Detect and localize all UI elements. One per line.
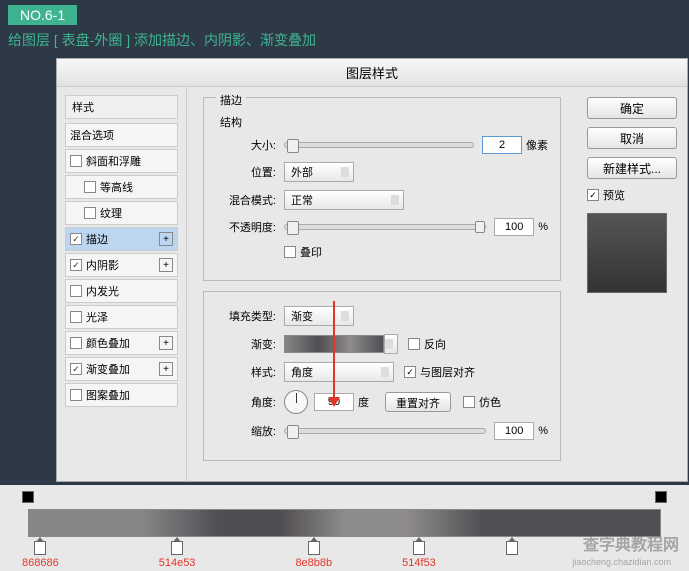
color-stop[interactable] [308, 541, 320, 555]
fill-type-select[interactable]: 渐变 [284, 306, 354, 326]
scale-slider[interactable] [284, 428, 486, 434]
checkbox-icon[interactable] [70, 363, 82, 375]
styles-header[interactable]: 样式 [65, 95, 178, 119]
style-texture[interactable]: 纹理 [65, 201, 178, 225]
fill-group: 填充类型: 渐变 渐变: 反向 样式: 角度 与图层对齐 角度: [203, 291, 561, 461]
angle-label: 角度: [216, 394, 276, 410]
ok-button[interactable]: 确定 [587, 97, 677, 119]
opacity-input[interactable] [494, 218, 534, 236]
gradient-style-select[interactable]: 角度 [284, 362, 394, 382]
stroke-group: 描边 结构 大小: 像素 位置: 外部 混合模式: 正常 不透明度: [203, 97, 561, 281]
plus-icon[interactable]: + [159, 232, 173, 246]
position-select[interactable]: 外部 [284, 162, 354, 182]
color-stop[interactable] [506, 541, 518, 555]
instruction-text: 给图层 [ 表盘-外圈 ] 添加描边、内阴影、渐变叠加 [8, 30, 681, 50]
gradient-label: 渐变: [216, 336, 276, 352]
color-stop-value: 868686 [22, 557, 59, 569]
dither-checkbox[interactable] [463, 396, 475, 408]
blend-mode-select[interactable]: 正常 [284, 190, 404, 210]
style-pattern-overlay[interactable]: 图案叠加 [65, 383, 178, 407]
opacity-stop[interactable] [655, 491, 667, 503]
size-input[interactable] [482, 136, 522, 154]
checkbox-icon[interactable] [70, 311, 82, 323]
color-stop-value: 514f53 [402, 557, 436, 569]
scale-label: 缩放: [216, 423, 276, 439]
checkbox-icon[interactable] [70, 259, 82, 271]
scale-input[interactable] [494, 422, 534, 440]
fill-type-label: 填充类型: [216, 308, 276, 324]
color-stop-value: 514e53 [159, 557, 196, 569]
plus-icon[interactable]: + [159, 336, 173, 350]
action-panel: 确定 取消 新建样式... 预览 [577, 87, 687, 481]
plus-icon[interactable]: + [159, 362, 173, 376]
position-label: 位置: [216, 164, 276, 180]
style-satin[interactable]: 光泽 [65, 305, 178, 329]
reverse-checkbox[interactable] [408, 338, 420, 350]
group-title: 描边 [216, 92, 246, 108]
plus-icon[interactable]: + [159, 258, 173, 272]
checkbox-icon[interactable] [70, 155, 82, 167]
opacity-label: 不透明度: [216, 219, 276, 235]
size-label: 大小: [216, 137, 276, 153]
cancel-button[interactable]: 取消 [587, 127, 677, 149]
style-bevel[interactable]: 斜面和浮雕 [65, 149, 178, 173]
dialog-title: 图层样式 [57, 59, 687, 87]
gradient-bar[interactable] [28, 509, 661, 537]
checkbox-icon[interactable] [70, 285, 82, 297]
style-stroke[interactable]: 描边+ [65, 227, 178, 251]
style-gradient-overlay[interactable]: 渐变叠加+ [65, 357, 178, 381]
size-slider[interactable] [284, 142, 474, 148]
style-inner-glow[interactable]: 内发光 [65, 279, 178, 303]
watermark-text: 查字典教程网 [583, 531, 679, 555]
style-label: 样式: [216, 364, 276, 380]
style-contour[interactable]: 等高线 [65, 175, 178, 199]
structure-label: 结构 [220, 114, 548, 130]
checkbox-icon[interactable] [70, 233, 82, 245]
knockout-checkbox[interactable] [284, 246, 296, 258]
blend-options[interactable]: 混合选项 [65, 123, 178, 147]
color-stop[interactable] [171, 541, 183, 555]
preview-checkbox[interactable] [587, 189, 599, 201]
annotation-arrow-icon [333, 301, 335, 401]
style-color-overlay[interactable]: 颜色叠加+ [65, 331, 178, 355]
checkbox-icon[interactable] [84, 207, 96, 219]
opacity-unit: % [538, 221, 548, 233]
align-checkbox[interactable] [404, 366, 416, 378]
preview-thumbnail [587, 213, 667, 293]
watermark-url: jiaocheng.chazidian.com [572, 557, 671, 567]
opacity-slider[interactable] [284, 224, 486, 230]
size-unit: 像素 [526, 137, 548, 153]
checkbox-icon[interactable] [84, 181, 96, 193]
styles-panel: 样式 混合选项 斜面和浮雕 等高线 纹理 描边+ 内阴影+ 内发光 光泽 颜色叠… [57, 87, 187, 481]
settings-panel: 描边 结构 大小: 像素 位置: 外部 混合模式: 正常 不透明度: [187, 87, 577, 481]
preview-checkbox-row[interactable]: 预览 [587, 187, 677, 203]
angle-dial[interactable] [284, 390, 308, 414]
blend-mode-label: 混合模式: [216, 192, 276, 208]
color-stop-value: 8e8b8b [295, 557, 332, 569]
style-inner-shadow[interactable]: 内阴影+ [65, 253, 178, 277]
gradient-editor: 868686 514e53 8e8b8b 514f53 查字典教程网 jiaoc… [0, 482, 689, 571]
gradient-dropdown-icon[interactable] [384, 334, 398, 354]
section-tag: NO.6-1 [8, 5, 77, 25]
checkbox-icon[interactable] [70, 389, 82, 401]
checkbox-icon[interactable] [70, 337, 82, 349]
color-stop[interactable] [413, 541, 425, 555]
angle-unit: 度 [358, 394, 369, 410]
new-style-button[interactable]: 新建样式... [587, 157, 677, 179]
color-stop[interactable] [34, 541, 46, 555]
scale-unit: % [538, 425, 548, 437]
reset-align-button[interactable]: 重置对齐 [385, 392, 451, 412]
opacity-stop[interactable] [22, 491, 34, 503]
layer-style-dialog: 图层样式 样式 混合选项 斜面和浮雕 等高线 纹理 描边+ 内阴影+ 内发光 光… [56, 58, 688, 482]
